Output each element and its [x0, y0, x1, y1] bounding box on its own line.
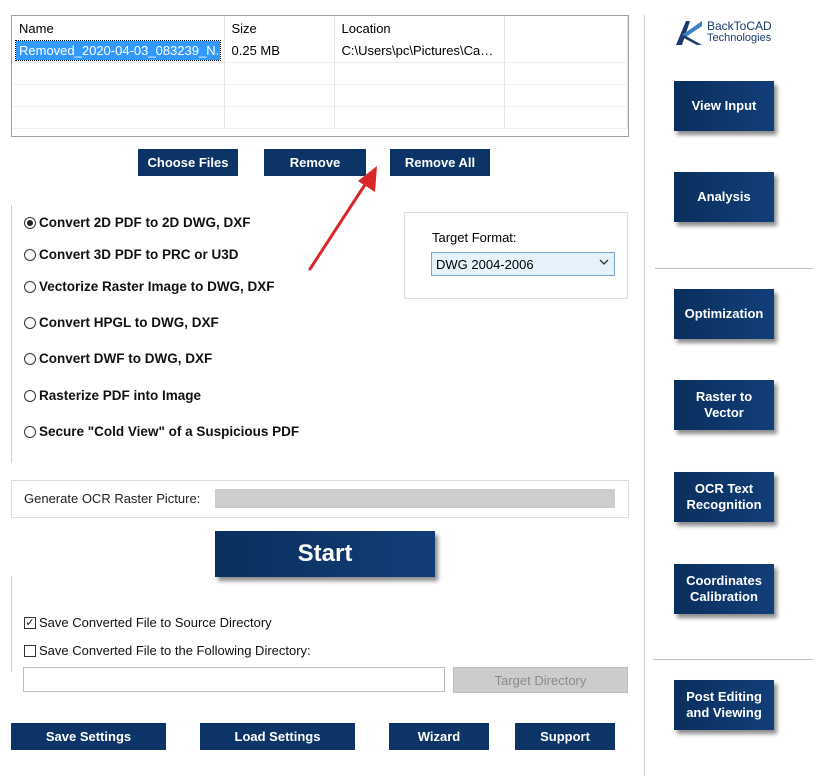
directory-input[interactable]: [23, 667, 445, 692]
raster-to-vector-label-2: Vector: [704, 405, 744, 420]
coordinates-label-1: Coordinates: [686, 573, 762, 588]
target-format-value: DWG 2004-2006: [436, 256, 534, 272]
checkbox-save-source-dir[interactable]: ✓ Save Converted File to Source Directory: [24, 615, 272, 630]
radio-unselected-icon[interactable]: [24, 248, 36, 261]
table-header-row: Name Size Location: [12, 16, 628, 40]
raster-to-vector-label-1: Raster to: [695, 389, 753, 404]
save-options-border: [11, 576, 12, 672]
ocr-progress-bar: [215, 489, 615, 508]
save-settings-button[interactable]: Save Settings: [11, 723, 166, 750]
file-size-cell: 0.25 MB: [224, 40, 335, 63]
radio-unselected-icon[interactable]: [24, 389, 36, 402]
radio-label: Convert HPGL to DWG, DXF: [39, 315, 219, 330]
radio-label: Convert 2D PDF to 2D DWG, DXF: [39, 215, 251, 230]
file-location-cell: C:\Users\pc\Pictures\Cam...: [334, 40, 505, 63]
radio-vectorize-raster[interactable]: Vectorize Raster Image to DWG, DXF: [24, 279, 275, 294]
optimization-button[interactable]: Optimization: [674, 289, 774, 339]
radio-unselected-icon[interactable]: [24, 280, 36, 293]
checkbox-unchecked-icon[interactable]: [24, 644, 36, 657]
logo-line1: BackToCAD: [707, 19, 772, 33]
file-list-table[interactable]: Name Size Location Removed_2020-04-03_08…: [11, 15, 629, 137]
radio-convert-2d-pdf[interactable]: Convert 2D PDF to 2D DWG, DXF: [24, 215, 251, 230]
side-divider-1: [655, 268, 813, 269]
view-input-label: View Input: [691, 98, 757, 113]
radio-secure-cold-view[interactable]: Secure "Cold View" of a Suspicious PDF: [24, 424, 299, 439]
red-arrow-annotation: [308, 166, 377, 271]
coordinates-label-2: Calibration: [690, 589, 758, 604]
empty-cell: [504, 40, 628, 63]
coordinates-calibration-button[interactable]: Coordinates Calibration: [674, 564, 774, 614]
radio-rasterize-pdf[interactable]: Rasterize PDF into Image: [24, 388, 201, 403]
ocr-text-label-1: OCR Text: [694, 481, 754, 496]
load-settings-button[interactable]: Load Settings: [200, 723, 355, 750]
table-row: [12, 106, 628, 129]
optimization-label: Optimization: [684, 306, 764, 321]
ocr-text-label-2: Recognition: [686, 497, 762, 512]
post-editing-label-2: and Viewing: [686, 705, 762, 720]
start-button[interactable]: Start: [215, 531, 435, 577]
backtocad-logo-icon: [676, 21, 702, 45]
ocr-group: Generate OCR Raster Picture:: [11, 480, 629, 518]
checkbox-label: Save Converted File to the Following Dir…: [39, 643, 311, 658]
backtocad-logo: BackToCAD Technologies: [672, 17, 772, 47]
file-name-cell[interactable]: Removed_2020-04-03_083239_N...: [12, 40, 225, 63]
wizard-button[interactable]: Wizard: [389, 723, 489, 750]
radio-convert-hpgl[interactable]: Convert HPGL to DWG, DXF: [24, 315, 219, 330]
target-format-select[interactable]: DWG 2004-2006: [431, 252, 615, 276]
ocr-text-recognition-button[interactable]: OCR Text Recognition: [674, 472, 774, 522]
radio-label: Vectorize Raster Image to DWG, DXF: [39, 279, 275, 294]
remove-all-button[interactable]: Remove All: [390, 149, 490, 176]
right-panel-divider: [644, 15, 645, 776]
raster-to-vector-button[interactable]: Raster to Vector: [674, 380, 774, 430]
options-group-border: [11, 205, 12, 463]
ocr-label: Generate OCR Raster Picture:: [24, 491, 201, 506]
column-header-name[interactable]: Name: [12, 16, 225, 40]
table-row: [12, 84, 628, 107]
radio-convert-dwf[interactable]: Convert DWF to DWG, DXF: [24, 351, 212, 366]
radio-unselected-icon[interactable]: [24, 352, 36, 365]
radio-unselected-icon[interactable]: [24, 316, 36, 329]
support-button[interactable]: Support: [515, 723, 615, 750]
target-format-label: Target Format:: [432, 230, 517, 245]
checkbox-save-following-dir[interactable]: Save Converted File to the Following Dir…: [24, 643, 311, 658]
table-row: [12, 62, 628, 85]
radio-label: Rasterize PDF into Image: [39, 388, 202, 403]
side-divider-2: [653, 659, 813, 660]
radio-label: Secure "Cold View" of a Suspicious PDF: [39, 424, 300, 439]
chevron-down-icon[interactable]: [599, 257, 609, 270]
radio-unselected-icon[interactable]: [24, 425, 36, 438]
post-editing-label-1: Post Editing: [686, 689, 762, 704]
radio-label: Convert 3D PDF to PRC or U3D: [39, 247, 239, 262]
logo-line2: Technologies: [707, 32, 772, 44]
column-header-location[interactable]: Location: [334, 16, 505, 40]
radio-selected-icon[interactable]: [24, 216, 36, 229]
radio-label: Convert DWF to DWG, DXF: [39, 351, 213, 366]
choose-files-button[interactable]: Choose Files: [138, 149, 238, 176]
column-header-empty: [504, 16, 628, 40]
target-format-group: Target Format: DWG 2004-2006: [404, 212, 628, 299]
column-header-size[interactable]: Size: [224, 16, 335, 40]
table-row[interactable]: Removed_2020-04-03_083239_N... 0.25 MB C…: [12, 40, 628, 63]
target-directory-button[interactable]: Target Directory: [453, 667, 628, 693]
file-name-text: Removed_2020-04-03_083239_N...: [15, 40, 223, 61]
checkbox-checked-icon[interactable]: ✓: [24, 616, 36, 629]
analysis-button[interactable]: Analysis: [674, 172, 774, 222]
view-input-button[interactable]: View Input: [674, 81, 774, 131]
checkbox-label: Save Converted File to Source Directory: [39, 615, 272, 630]
analysis-label: Analysis: [697, 189, 751, 204]
radio-convert-3d-pdf[interactable]: Convert 3D PDF to PRC or U3D: [24, 247, 239, 262]
post-editing-button[interactable]: Post Editing and Viewing: [674, 680, 774, 730]
